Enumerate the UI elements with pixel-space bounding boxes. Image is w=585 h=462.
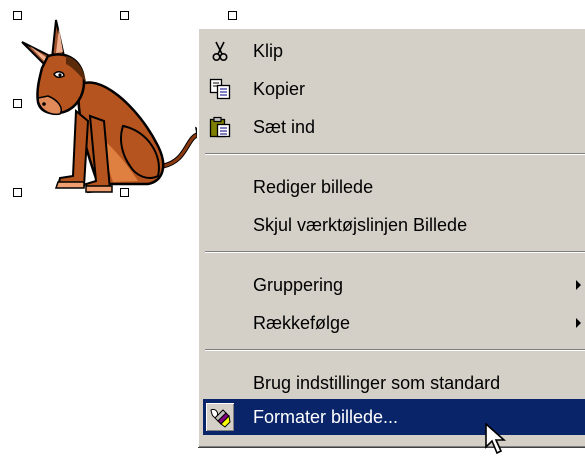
menu-separator <box>205 153 585 155</box>
menu-item-paste-label: Sæt ind <box>253 117 316 137</box>
resize-handle-top-center[interactable] <box>120 11 129 20</box>
menu-separator <box>205 349 585 351</box>
menu-item-set-as-default-label: Brug indstillinger som standard <box>253 373 501 393</box>
resize-handle-middle-left[interactable] <box>13 99 22 108</box>
menu-item-hide-picture-toolbar[interactable]: Skjul værktøjslinjen Billede <box>203 207 585 243</box>
menu-item-cut[interactable]: Klip <box>203 33 585 69</box>
resize-handle-bottom-center[interactable] <box>120 188 129 197</box>
menu-item-copy-label: Kopier <box>253 79 306 99</box>
menu-item-paste[interactable]: Sæt ind <box>203 109 585 145</box>
menu-item-edit-picture[interactable]: Rediger billede <box>203 169 585 205</box>
paintbrush-icon <box>206 403 234 431</box>
donkey-picture[interactable] <box>18 16 208 196</box>
menu-item-grouping[interactable]: Gruppering <box>203 267 585 303</box>
menu-separator <box>205 251 585 253</box>
clipboard-icon <box>209 116 231 138</box>
menu-item-hide-picture-toolbar-label: Skjul værktøjslinjen Billede <box>253 215 468 235</box>
document-canvas: Klip Kopier Sæt ind Rediger billede Skju… <box>0 0 585 457</box>
menu-item-set-as-default[interactable]: Brug indstillinger som standard <box>203 365 585 401</box>
menu-item-copy[interactable]: Kopier <box>203 71 585 107</box>
scissors-icon <box>209 40 231 62</box>
menu-item-order-label: Rækkefølge <box>253 313 351 333</box>
mouse-pointer-icon <box>484 422 510 457</box>
menu-item-cut-label: Klip <box>253 41 284 61</box>
menu-item-format-picture[interactable]: Formater billede... <box>203 399 585 435</box>
submenu-arrow-icon <box>576 280 581 290</box>
submenu-arrow-icon <box>576 318 581 328</box>
menu-item-format-picture-label: Formater billede... <box>253 407 399 427</box>
resize-handle-bottom-left[interactable] <box>13 188 22 197</box>
context-menu: Klip Kopier Sæt ind Rediger billede Skju… <box>197 27 585 447</box>
resize-handle-top-left[interactable] <box>13 11 22 20</box>
menu-item-grouping-label: Gruppering <box>253 275 344 295</box>
copy-icon <box>209 78 231 100</box>
resize-handle-top-right[interactable] <box>228 11 237 20</box>
donkey-clipart-icon <box>21 19 208 194</box>
menu-item-order[interactable]: Rækkefølge <box>203 305 585 341</box>
menu-item-edit-picture-label: Rediger billede <box>253 177 374 197</box>
